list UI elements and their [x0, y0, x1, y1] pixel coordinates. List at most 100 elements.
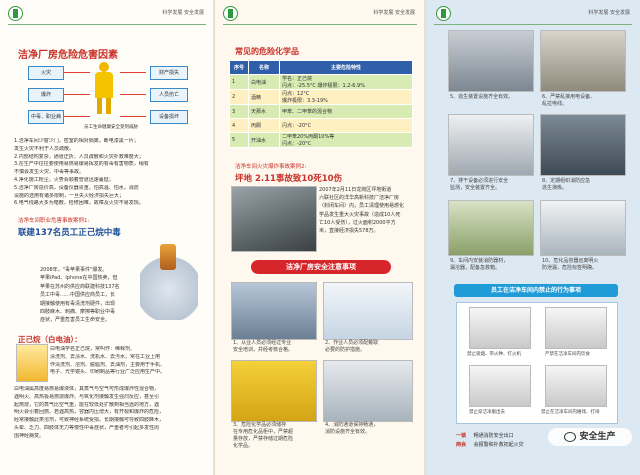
forbid-title: 员工在洁净车间内禁止的行为事项: [490, 287, 581, 294]
drill-photo: [540, 114, 626, 176]
table-cell: 5: [229, 132, 249, 148]
hazard-item: 3.在生产中往往要使用易燃易爆易挥发的有毒有害物质，稍有: [14, 161, 149, 168]
forbid-caption: 禁止在洁净车间内嬉戏、打闹: [541, 410, 600, 415]
header-divider: [8, 24, 206, 25]
hexane-line: 围神经病变。: [14, 432, 45, 439]
tip-line: 5、逃生装置设施齐全有效。: [450, 94, 514, 100]
diagram-box-right-3: 设备损坏: [150, 110, 188, 124]
table-cell: 二甲苯20%丙酮10%等 闪点：-20°C: [279, 132, 413, 148]
tip-line: 6、严禁乱接用电设备、: [542, 94, 596, 100]
hexane-line: 白电油学名正己烷，常叫作：稀释剂、: [50, 346, 136, 352]
tip-line: 3、危险化学品必须储存: [233, 422, 287, 428]
table-cell: 天那水: [248, 104, 280, 119]
watermark-text: 安全生产: [579, 432, 616, 442]
tip-line: 量存放，严禁存储过期危险: [233, 436, 294, 442]
tip-line: 化学品。: [233, 443, 254, 449]
bottom-value: 畅通消防安全出口: [473, 433, 514, 439]
tip-line: 9、车间内安装消防器材，: [450, 258, 509, 264]
case1-line: 四肢麻木、刺痛、摩擦等职业中毒: [40, 309, 116, 316]
table-row: 1 白电油 学名：正己烷 闪点：-25.5°C 爆炸极限：1.2-6.9%: [229, 74, 413, 90]
tip-line: 乱拉电线。: [542, 101, 568, 107]
tip-caption: 7、排干设备必须进行安全 监测，安全装置齐全。: [450, 178, 508, 192]
hexane-line: 电子、光学镜头、印刷制品等行业广泛应用生产中。: [50, 369, 166, 376]
case2-text: 2007年2月11日龙岗区坪地街道 六联社区的洋华高新科技厂洁净厂房 （封闭车间…: [319, 186, 415, 235]
hazard-item: 6.电气线路大多为暗敷，检修困难，故障及火灾不易发现。: [14, 200, 144, 207]
fire-equipment-photo: [448, 200, 534, 256]
hexane-line: 经常接触此类溶剂，可致神经系统受损。长期接触可导致四肢麻木，: [14, 417, 165, 424]
tip-line: 消防设施齐全有效。: [325, 429, 371, 435]
tip-caption: 9、车间内安装消防器材， 漏溶器，配备急救箱。: [450, 258, 508, 272]
case2-line: 学品发生重大火灾事故（造成10人死: [319, 211, 401, 218]
company-logo: [223, 6, 238, 21]
solvent-bottle-image: [16, 344, 48, 382]
case2-line: 亡10人受伤），过火面积2000平方: [319, 219, 396, 226]
company-logo: [8, 6, 23, 21]
table-header: 名称: [248, 60, 280, 75]
header-slogan: 科学发展 安全发展: [588, 10, 630, 16]
tip-caption: 10、危化品容器远离明火 防泄漏，危险标签明确。: [542, 258, 598, 272]
case2-line: 六联社区的洋华高新科技厂洁净厂房: [319, 195, 400, 202]
tip-caption: 4、消防通道保持畅通， 消防设施齐全有效。: [325, 422, 378, 436]
panel-middle: 科学发展 安全发展 常见的危险化学品 序号 名称 主要危险特性 1 白电油 学名…: [215, 0, 425, 475]
arrow: [64, 116, 90, 117]
hexane-body: 白电油属高度易燃易爆液体，其蒸气与空气可形成爆炸性混合物， 遇明火、高热极易燃烧…: [14, 386, 206, 441]
fire-site-photo: [231, 186, 317, 252]
table-header: 主要危险特性: [279, 60, 413, 75]
diagram-caption: 员工生命健康安全受到威胁: [84, 125, 138, 130]
table-cell: 3: [229, 104, 249, 119]
apple-illustration-image: [140, 244, 198, 320]
tip-line: 防泄漏，危险标签明确。: [542, 265, 598, 271]
arrow: [64, 72, 90, 73]
case2-line: 2007年2月11日龙岗区坪地街道: [319, 187, 392, 193]
panel-right: 科学发展 安全发展 5、逃生装置设施齐全有效。 6、严禁乱接用电设备、 乱拉电线。…: [426, 0, 640, 475]
header-divider: [434, 24, 632, 25]
tip-line: 4、消防通道保持畅通，: [325, 422, 379, 428]
hazard-item: 设施的选用有诸多限制，一旦失火经济损失巨大；: [14, 192, 125, 199]
tip-line: 1、从业人员必须经过专业: [233, 340, 292, 346]
hazard-item: 2.内部结构复杂，通道迂折，人员疏散和火灾扑救难度大；: [14, 153, 144, 160]
tip-line: 漏溶器，配备急救箱。: [450, 265, 501, 271]
escape-device-photo: [448, 30, 534, 92]
table-cell: 闪点：-20°C: [279, 118, 413, 133]
tip-caption: 5、逃生装置设施齐全有效。: [450, 94, 513, 101]
tip-caption: 3、危险化学品必须储存 在专用危化品柜中，严禁超 量存放，严禁存储过期危险 化学…: [233, 422, 293, 450]
arrow: [120, 116, 146, 117]
hexane-line: 白电油属高度易燃易爆液体，其蒸气与空气可形成爆炸性混合物，: [14, 386, 160, 392]
no-smoking-sign-image: [469, 307, 531, 349]
case1-line: 2008年，"毒苹果事件"爆发。: [40, 267, 108, 273]
table-row: 2 酒精 闪点：12°C 爆炸极限：3.3-19%: [229, 89, 413, 105]
tip-caption: 6、严禁乱接用电设备、 乱拉电线。: [542, 94, 595, 108]
worker-figure-icon: [92, 62, 116, 116]
case1-line: 员工中毒……中国供应商员工，长: [40, 292, 116, 299]
cell-line: 二甲苯20%丙酮10%等: [282, 134, 335, 140]
bottom-value: 会报警和扑救初起火灾: [473, 442, 524, 448]
tip-line: 必要的防护措施。: [325, 347, 366, 353]
table-header: 序号: [229, 60, 249, 75]
tip-caption: 1、从业人员必须经过专业 安全培训，并经考核合格。: [233, 340, 293, 354]
tip-line: 7、排干设备必须进行安全: [450, 178, 509, 184]
no-eating-sign-image: [545, 307, 607, 349]
forbid-banner: 员工在洁净车间内禁止的行为事项: [454, 284, 618, 297]
case1-line: 症状，严重危害员工生命安全。: [40, 317, 111, 324]
tip-caption: 2、作业人员必须配戴取 必要的防护措施。: [325, 340, 378, 354]
hazard-item: 1.洁净车间少窗少门，密室的相对隔离，断电漆黑一片；: [14, 138, 139, 144]
table-cell: 2: [229, 89, 249, 105]
hexane-line: 清洗剂、去渍水、洗机水、去污水，常在工业上用: [50, 353, 161, 360]
header-slogan: 科学发展 安全发展: [373, 10, 415, 16]
table-cell: 丙酮: [248, 118, 280, 133]
notice-title: 洁净厂房安全注意事项: [286, 263, 356, 271]
table-row: 5 开油水 二甲苯20%丙酮10%等 闪点：-20°C: [229, 132, 413, 148]
case2-line: 米，直接经济损失578万。: [319, 228, 379, 235]
bottom-key: 两会: [456, 442, 467, 448]
bottom-key: 一锁: [456, 433, 467, 439]
diagram-box-right-2: 人员伤亡: [150, 88, 188, 102]
arrow: [120, 72, 146, 73]
table-cell: 1: [229, 74, 249, 90]
tip-line: 安全培训，并经考核合格。: [233, 347, 294, 353]
corridor-photo: [323, 360, 413, 422]
tip-line: 在专用危化品柜中，严禁超: [233, 429, 294, 435]
diagram-box-right-1: 财产损失: [150, 66, 188, 80]
arrow: [120, 94, 146, 95]
forbid-caption: 严禁在洁净车间内饮食: [545, 352, 590, 357]
wechat-icon: [564, 431, 577, 442]
